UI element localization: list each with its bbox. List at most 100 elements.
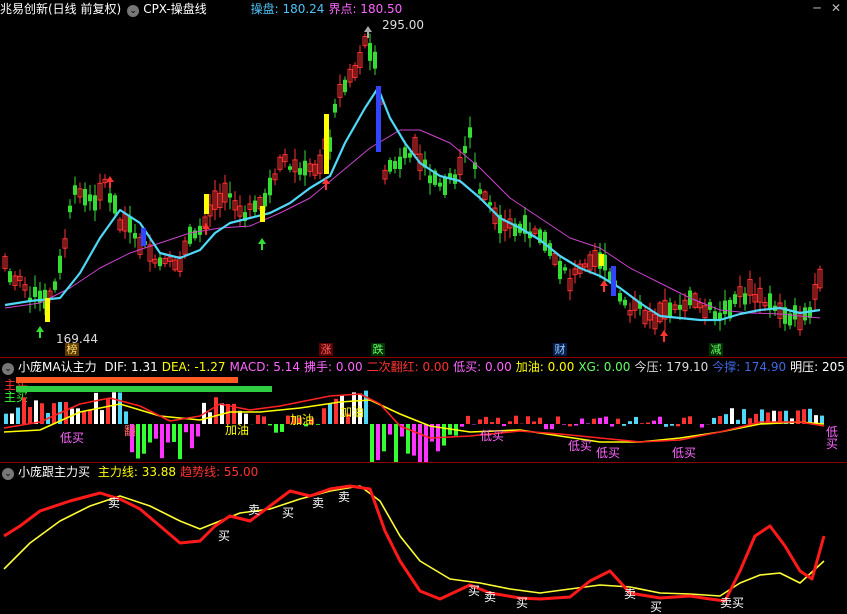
signal-label-0: 卖 [108, 497, 120, 509]
macd-bar [88, 409, 92, 424]
macd-bar [514, 416, 518, 424]
chevron-down-icon[interactable]: ⌄ [2, 363, 14, 375]
macd-bar [322, 408, 326, 424]
macd-bar [820, 416, 824, 424]
main-indicator-values: 操盘: 180.24界点: 180.50 [251, 2, 407, 16]
mid-item-4: 二次翻红: 0.00 [367, 360, 450, 374]
chevron-down-icon[interactable]: ⌄ [127, 5, 139, 17]
macd-bar [688, 416, 692, 424]
candle-body [228, 193, 232, 197]
event-tag-4[interactable]: 减 [709, 343, 723, 356]
main-item-1: 界点: 180.50 [328, 2, 402, 16]
macd-bar [664, 424, 668, 427]
macd-bar [376, 424, 380, 460]
macd-bar [214, 397, 218, 424]
macd-bar [610, 424, 614, 427]
mid-panel-header: ⌄ 小庞MA认主力 DIF: 1.31DEA: -1.27MACD: 5.14拂手… [0, 358, 847, 376]
macd-bar [226, 404, 230, 424]
candle-body [303, 161, 307, 176]
candlestick-chart[interactable] [0, 18, 847, 358]
candle-body [408, 153, 412, 157]
macd-bar [190, 424, 194, 448]
macd-bar [142, 424, 146, 454]
bottom-indicator-name[interactable]: 小庞跟主力买 [18, 465, 90, 479]
mid-label-3: 加油 [290, 414, 314, 426]
signal-label-11: 卖 [720, 597, 732, 609]
mid-item-1: DEA: -1.27 [162, 360, 226, 374]
main-force-chart[interactable] [0, 481, 847, 608]
chevron-down-icon[interactable]: ⌄ [2, 468, 14, 480]
macd-bar [460, 424, 464, 427]
mid-item-2: MACD: 5.14 [229, 360, 300, 374]
macd-bar [490, 422, 494, 424]
macd-bar [646, 423, 650, 424]
macd-bar [676, 424, 680, 426]
event-tag-2[interactable]: 跌 [371, 343, 385, 356]
signal-label-9: 卖 [624, 588, 636, 600]
macd-bar [394, 424, 398, 462]
signal-label-12: 买 [732, 597, 744, 609]
indicator-name[interactable]: CPX-操盘线 [143, 2, 207, 16]
candle-body [53, 281, 57, 290]
minimize-icon[interactable]: ─ [810, 1, 824, 15]
candle-body [298, 168, 302, 175]
main-panel-header: 兆易创新(日线 前复权)⌄CPX-操盘线 操盘: 180.24界点: 180.5… [0, 0, 800, 18]
candle-body [403, 147, 407, 158]
macd-bar [124, 411, 128, 424]
close-icon[interactable]: ✕ [829, 1, 843, 15]
macd-bar [502, 424, 506, 426]
signal-label-2: 卖 [248, 504, 260, 516]
signal-bar [45, 298, 50, 322]
signal-label-10: 买 [650, 601, 662, 613]
macd-bar [718, 416, 722, 424]
signal-label-4: 卖 [312, 497, 324, 509]
macd-bar [136, 424, 140, 459]
candle-body [463, 146, 467, 153]
macd-bar [172, 424, 176, 442]
event-tag-1[interactable]: 涨 [319, 343, 333, 356]
macd-bar [100, 410, 104, 424]
candle-body [373, 52, 377, 69]
mid-label-9: 低买 [826, 426, 847, 450]
macd-bar [112, 392, 116, 424]
candle-body [563, 267, 567, 270]
macd-bar [682, 418, 686, 424]
mid-label-8: 低买 [672, 447, 696, 459]
signal-bar [141, 228, 146, 246]
low-price-label: 169.44 [56, 332, 98, 346]
mid-label-7: 低买 [596, 447, 620, 459]
macd-bar [532, 421, 536, 424]
candle-body [83, 189, 87, 205]
macd-bar [640, 423, 644, 424]
candle-body [93, 195, 97, 210]
mid-label-4: 加油 [340, 406, 364, 418]
mid-item-8: 今压: 179.10 [634, 360, 708, 374]
mid-indicator-name[interactable]: 小庞MA认主力 [18, 360, 97, 374]
macd-bar [64, 402, 68, 424]
macd-bar [178, 424, 182, 459]
macd-bar [154, 424, 158, 439]
event-tag-3[interactable]: 财 [553, 343, 567, 356]
macd-chart[interactable] [0, 376, 847, 462]
signal-bar [204, 194, 209, 214]
candle-body [158, 257, 162, 266]
candle-body [188, 227, 192, 244]
macd-bar [508, 421, 512, 424]
signal-label-8: 买 [516, 597, 528, 609]
candle-body [68, 206, 72, 213]
signal-bar [599, 254, 604, 266]
candle-body [558, 261, 562, 279]
mid-item-9: 今撑: 174.90 [712, 360, 786, 374]
operation-line [5, 88, 820, 320]
macd-bar [736, 420, 740, 424]
candle-body [543, 232, 547, 251]
signal-label-1: 买 [218, 530, 230, 542]
macd-bar [598, 418, 602, 424]
macd-bar [106, 398, 110, 424]
signal-arrow-icon [106, 176, 114, 188]
bottom-indicator-values: 主力线: 33.88趋势线: 55.00 [98, 465, 262, 479]
high-price-label: 295.00 [382, 18, 424, 32]
macd-bar [370, 424, 374, 462]
signal-arrow-icon [258, 238, 266, 250]
mid-indicator-values: DIF: 1.31DEA: -1.27MACD: 5.14拂手: 0.00二次翻… [104, 360, 847, 374]
